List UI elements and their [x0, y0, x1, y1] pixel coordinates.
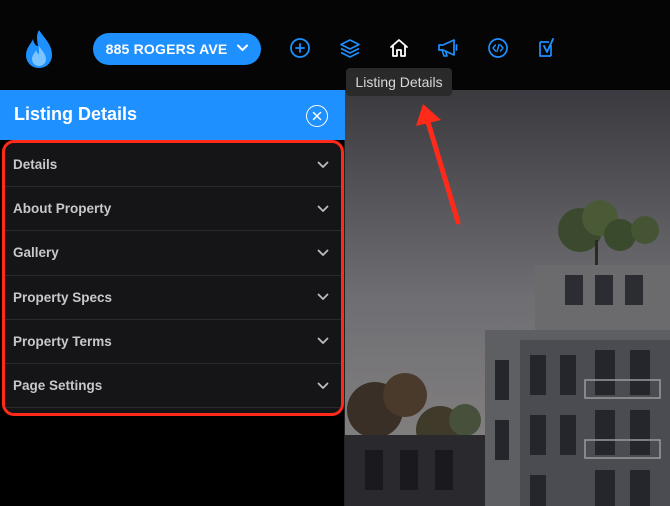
- flame-logo-icon[interactable]: [22, 28, 56, 70]
- megaphone-icon[interactable]: [436, 36, 460, 60]
- accordion-label: Property Terms: [13, 333, 112, 349]
- accordion-label: Gallery: [13, 245, 59, 261]
- add-circle-icon[interactable]: [288, 36, 312, 60]
- property-selector-button[interactable]: 885 ROGERS AVE: [93, 33, 261, 65]
- chevron-down-icon: [317, 161, 329, 168]
- accordion-list: Details About Property Gallery Property …: [2, 140, 344, 416]
- top-toolbar: 885 ROGERS AVE: [0, 0, 670, 90]
- chevron-down-icon: [237, 41, 249, 55]
- accordion-item-details[interactable]: Details: [5, 143, 341, 188]
- panel-header: Listing Details: [0, 90, 345, 140]
- code-icon[interactable]: [486, 36, 510, 60]
- close-icon: [312, 111, 322, 121]
- accordion-item-about-property[interactable]: About Property: [5, 187, 341, 232]
- property-address-label: 885 ROGERS AVE: [105, 41, 228, 57]
- chevron-down-icon: [317, 249, 329, 256]
- accordion-label: Property Specs: [13, 289, 113, 305]
- accordion-label: Page Settings: [13, 378, 103, 394]
- home-tooltip: Listing Details: [346, 68, 452, 96]
- chevron-down-icon: [317, 293, 329, 301]
- accordion-item-page-settings[interactable]: Page Settings: [5, 364, 341, 409]
- accordion-label: Details: [13, 157, 58, 173]
- listing-details-panel: Listing Details Details About Property G…: [0, 90, 345, 506]
- chevron-down-icon: [317, 205, 329, 212]
- close-panel-button[interactable]: [306, 105, 328, 127]
- accordion-item-property-specs[interactable]: Property Specs: [5, 276, 341, 320]
- annotation-arrow-icon: [416, 104, 461, 225]
- accordion-item-property-terms[interactable]: Property Terms: [5, 320, 341, 364]
- accordion-label: About Property: [13, 201, 112, 217]
- yoast-icon[interactable]: [535, 36, 559, 60]
- panel-title: Listing Details: [14, 104, 138, 124]
- chevron-down-icon: [317, 382, 329, 389]
- layers-icon[interactable]: [338, 36, 362, 60]
- chevron-down-icon: [317, 337, 329, 345]
- property-photo: [345, 90, 670, 506]
- accordion-item-gallery[interactable]: Gallery: [5, 231, 341, 276]
- home-icon[interactable]: [387, 36, 411, 60]
